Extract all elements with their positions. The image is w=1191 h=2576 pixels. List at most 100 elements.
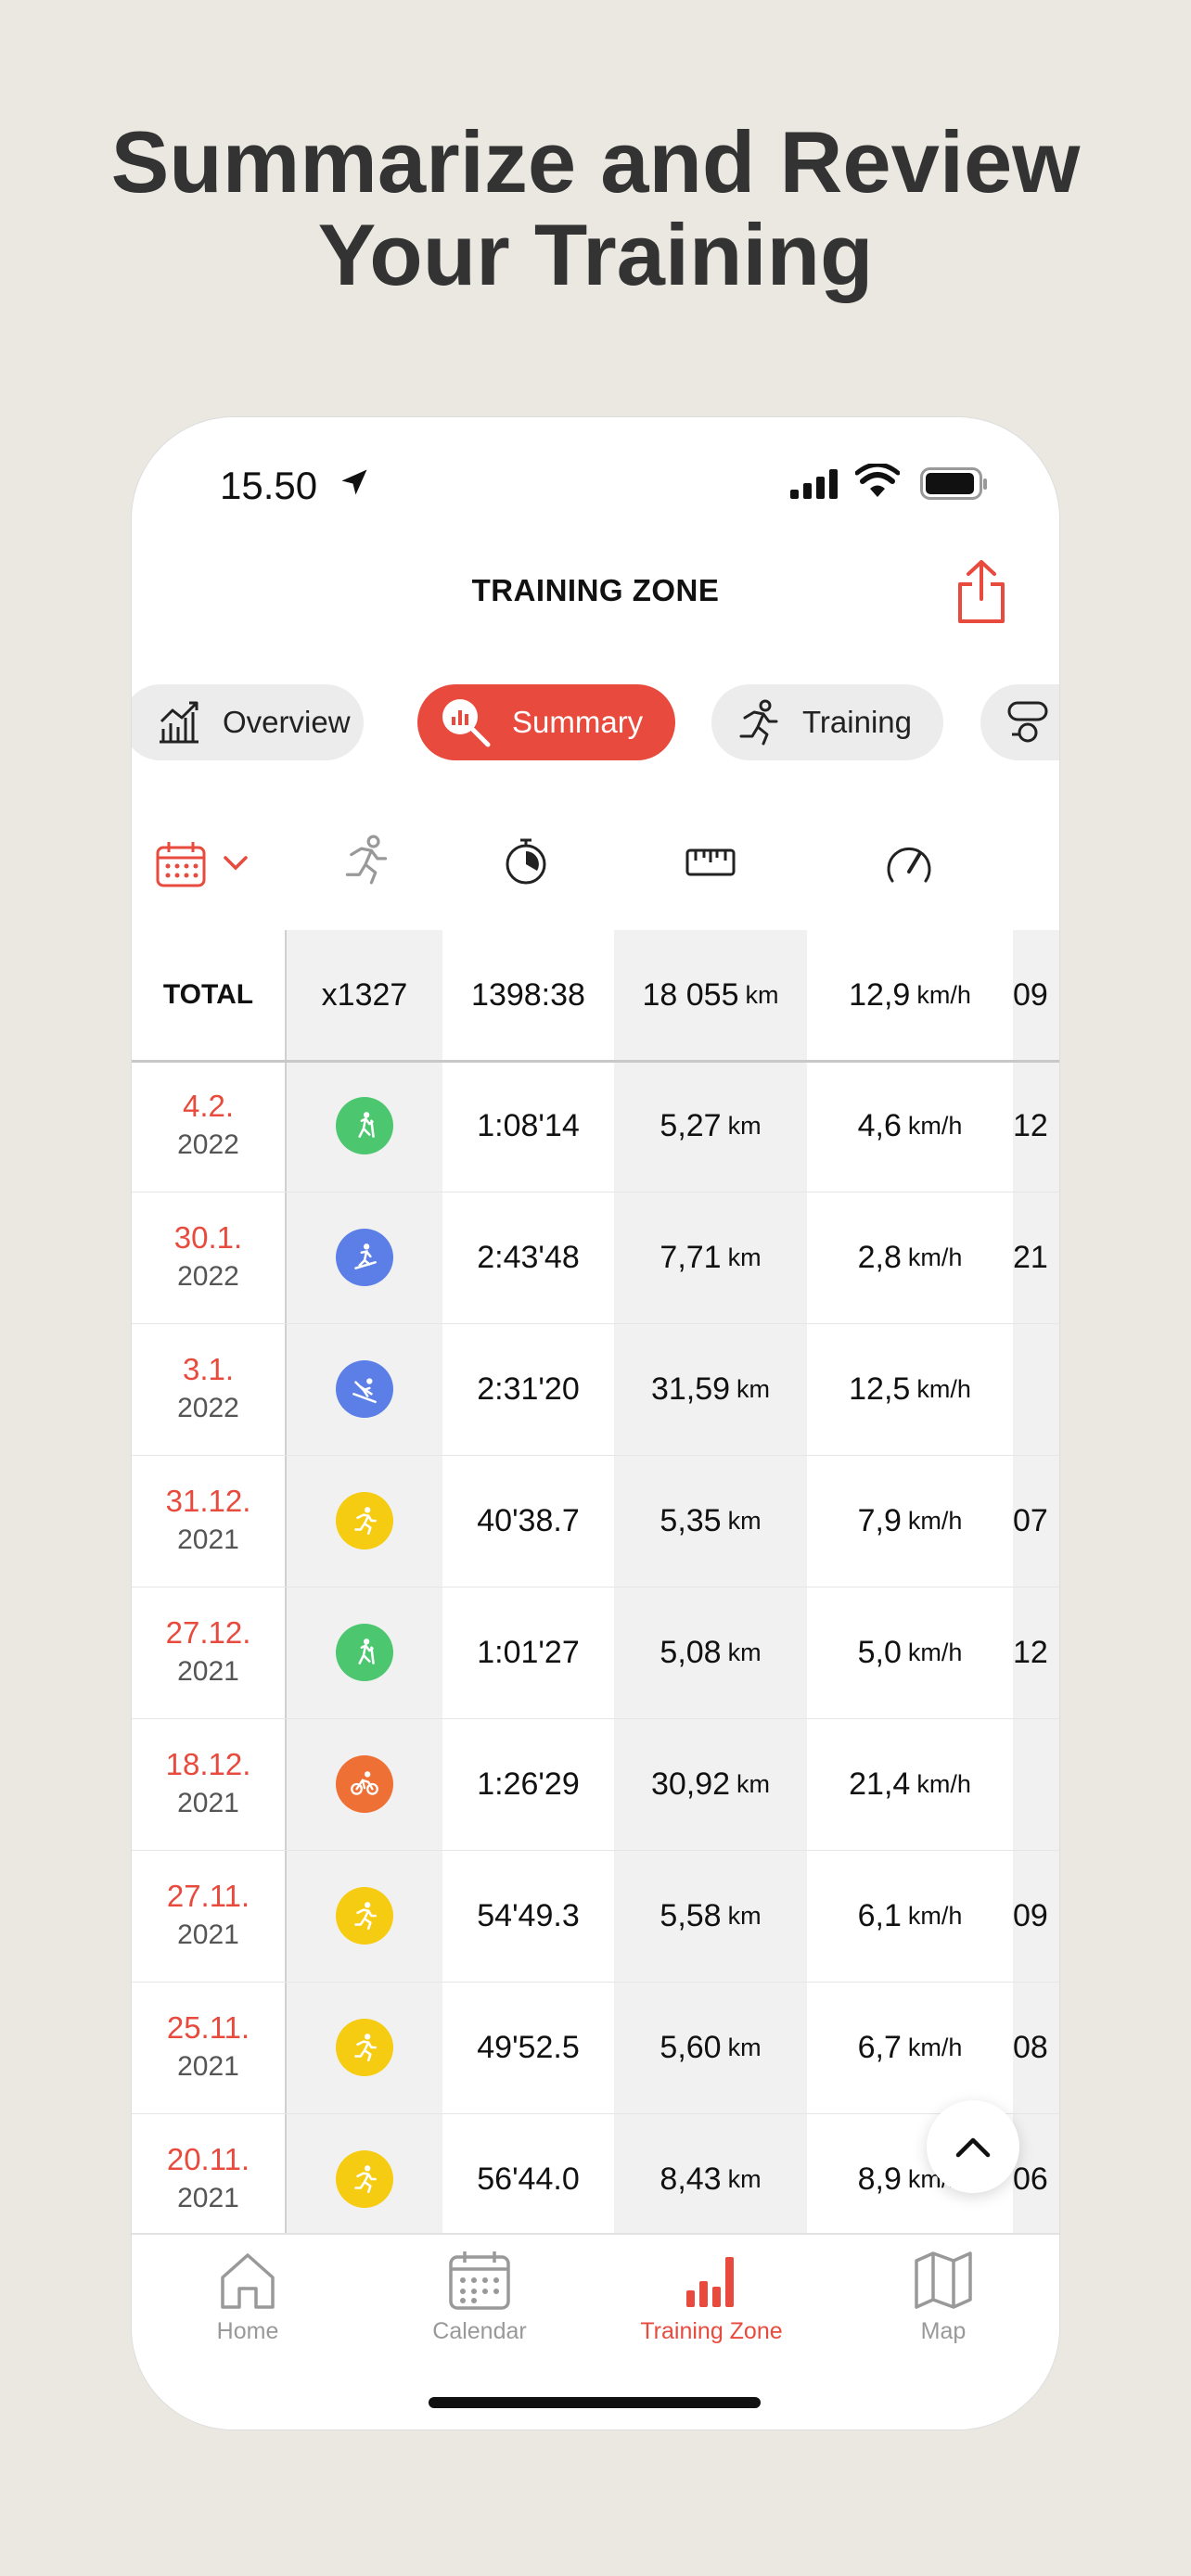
row-speed-value: 4,6 <box>857 1107 902 1143</box>
row-distance: 5,08 km <box>614 1587 807 1718</box>
headline: Summarize and Review Your Training <box>0 116 1191 301</box>
battery-icon <box>920 467 987 500</box>
row-year: 2021 <box>177 1524 239 1555</box>
column-header-row <box>132 807 1059 918</box>
tab-more[interactable] <box>980 684 1059 760</box>
total-distance-unit: km <box>745 980 779 1009</box>
row-distance: 5,35 km <box>614 1455 807 1587</box>
row-day: 27.12. <box>165 1615 251 1650</box>
row-distance-value: 7,71 <box>660 1239 722 1275</box>
row-distance-unit: km <box>727 1901 762 1930</box>
row-distance-value: 5,27 <box>660 1107 722 1143</box>
row-speed: 6,7 km/h <box>807 1982 1013 2113</box>
row-speed: 7,9 km/h <box>807 1455 1013 1587</box>
table-row[interactable]: 25.11. 2021 49'52.5 5,60 km 6,7 km/h 08 <box>132 1982 1059 2114</box>
row-distance: 5,60 km <box>614 1982 807 2113</box>
row-year: 2022 <box>177 1261 239 1292</box>
tabbar-training-zone-label: Training Zone <box>640 2318 783 2344</box>
table-row[interactable]: 20.11. 2021 56'44.0 8,43 km 8,9 km/h 06 <box>132 2113 1059 2246</box>
tabbar-map[interactable]: Map <box>827 2235 1059 2355</box>
location-arrow-icon <box>341 469 367 495</box>
row-speed: 6,1 km/h <box>807 1850 1013 1982</box>
row-sport <box>287 1850 442 1982</box>
row-extra <box>1013 1323 1059 1455</box>
row-distance-value: 31,59 <box>650 1371 731 1407</box>
row-speed-unit: km/h <box>907 2033 963 2061</box>
row-extra: 08 <box>1013 2029 1048 2065</box>
row-sport <box>287 1060 442 1192</box>
table-row[interactable]: 31.12. 2021 40'38.7 5,35 km 7,9 km/h 07 <box>132 1455 1059 1588</box>
tab-training-label: Training <box>802 705 912 739</box>
table-row[interactable]: 4.2. 2022 1:08'14 5,27 km 4,6 km/h 12 <box>132 1060 1059 1192</box>
summary-magnifier-icon <box>442 699 491 747</box>
speedometer-icon <box>887 847 931 883</box>
calendar-icon <box>449 2251 510 2310</box>
headline-line1: Summarize and Review <box>110 113 1081 210</box>
tabbar-calendar[interactable]: Calendar <box>364 2235 596 2355</box>
skitouring-icon <box>336 1229 393 1286</box>
tabbar-home[interactable]: Home <box>132 2235 364 2355</box>
tabbar-home-label: Home <box>216 2318 279 2344</box>
row-speed: 2,8 km/h <box>807 1192 1013 1323</box>
table-row[interactable]: 3.1. 2022 2:31'20 31,59 km 12,5 km/h <box>132 1323 1059 1456</box>
row-extra: 12 <box>1013 1634 1048 1670</box>
table-row[interactable]: 27.11. 2021 54'49.3 5,58 km 6,1 km/h 09 <box>132 1850 1059 1983</box>
row-duration: 1:08'14 <box>477 1107 580 1143</box>
row-extra: 12 <box>1013 1107 1048 1143</box>
row-speed-value: 6,1 <box>857 1897 902 1933</box>
scroll-to-top-button[interactable] <box>927 2100 1019 2193</box>
row-distance-value: 5,35 <box>660 1502 722 1538</box>
calendar-filter-icon[interactable] <box>155 840 207 888</box>
row-date: 18.12. 2021 <box>132 1718 285 1850</box>
tabbar-training-zone[interactable]: Training Zone <box>596 2235 827 2355</box>
dive-icon <box>1007 701 1048 743</box>
row-sport <box>287 1455 442 1587</box>
running-person-icon <box>739 699 778 746</box>
row-duration: 1:26'29 <box>477 1766 580 1802</box>
row-duration: 40'38.7 <box>477 1502 580 1538</box>
row-distance-value: 5,60 <box>660 2029 722 2065</box>
total-distance-value: 18 055 <box>642 976 739 1013</box>
row-distance-value: 5,58 <box>660 1897 722 1933</box>
row-distance-unit: km <box>727 1243 762 1271</box>
row-distance-unit: km <box>727 1111 762 1140</box>
share-icon[interactable] <box>955 558 1007 625</box>
bar-chart-icon <box>686 2257 734 2307</box>
row-day: 27.11. <box>166 1879 250 1913</box>
row-distance-value: 30,92 <box>650 1766 731 1802</box>
home-icon <box>221 2253 275 2309</box>
row-distance: 5,27 km <box>614 1060 807 1192</box>
row-distance: 30,92 km <box>614 1718 807 1850</box>
row-year: 2021 <box>177 2183 239 2213</box>
total-speed-value: 12,9 <box>849 976 911 1013</box>
total-distance: 18 055 km <box>614 930 807 1060</box>
running-icon <box>336 2150 393 2208</box>
table-row[interactable]: 27.12. 2021 1:01'27 5,08 km 5,0 km/h 12 <box>132 1587 1059 1719</box>
chevron-down-icon[interactable] <box>223 855 249 872</box>
row-speed-unit: km/h <box>916 1374 971 1403</box>
row-speed-value: 12,5 <box>849 1371 911 1407</box>
row-sport <box>287 1587 442 1718</box>
row-distance-value: 5,08 <box>660 1634 722 1670</box>
row-sport <box>287 1192 442 1323</box>
row-speed-value: 21,4 <box>849 1766 911 1802</box>
row-distance-unit: km <box>727 2164 762 2193</box>
row-day: 3.1. <box>182 1352 235 1386</box>
home-indicator <box>429 2397 761 2408</box>
chart-line-icon <box>160 701 198 744</box>
tab-overview[interactable]: Overview <box>132 684 364 760</box>
table-row[interactable]: 30.1. 2022 2:43'48 7,71 km 2,8 km/h 21 <box>132 1192 1059 1324</box>
tab-training[interactable]: Training <box>711 684 943 760</box>
table-row[interactable]: 18.12. 2021 1:26'29 30,92 km 21,4 km/h <box>132 1718 1059 1851</box>
row-day: 31.12. <box>165 1484 251 1518</box>
ruler-icon <box>685 848 736 876</box>
row-duration: 2:31'20 <box>477 1371 580 1407</box>
tab-overview-label: Overview <box>223 705 351 739</box>
row-speed: 21,4 km/h <box>807 1718 1013 1850</box>
row-day: 25.11. <box>166 2010 250 2045</box>
row-speed-unit: km/h <box>907 1901 963 1930</box>
total-count: x1327 <box>321 976 408 1013</box>
row-distance: 7,71 km <box>614 1192 807 1323</box>
row-sport <box>287 1323 442 1455</box>
tab-summary[interactable]: Summary <box>417 684 675 760</box>
